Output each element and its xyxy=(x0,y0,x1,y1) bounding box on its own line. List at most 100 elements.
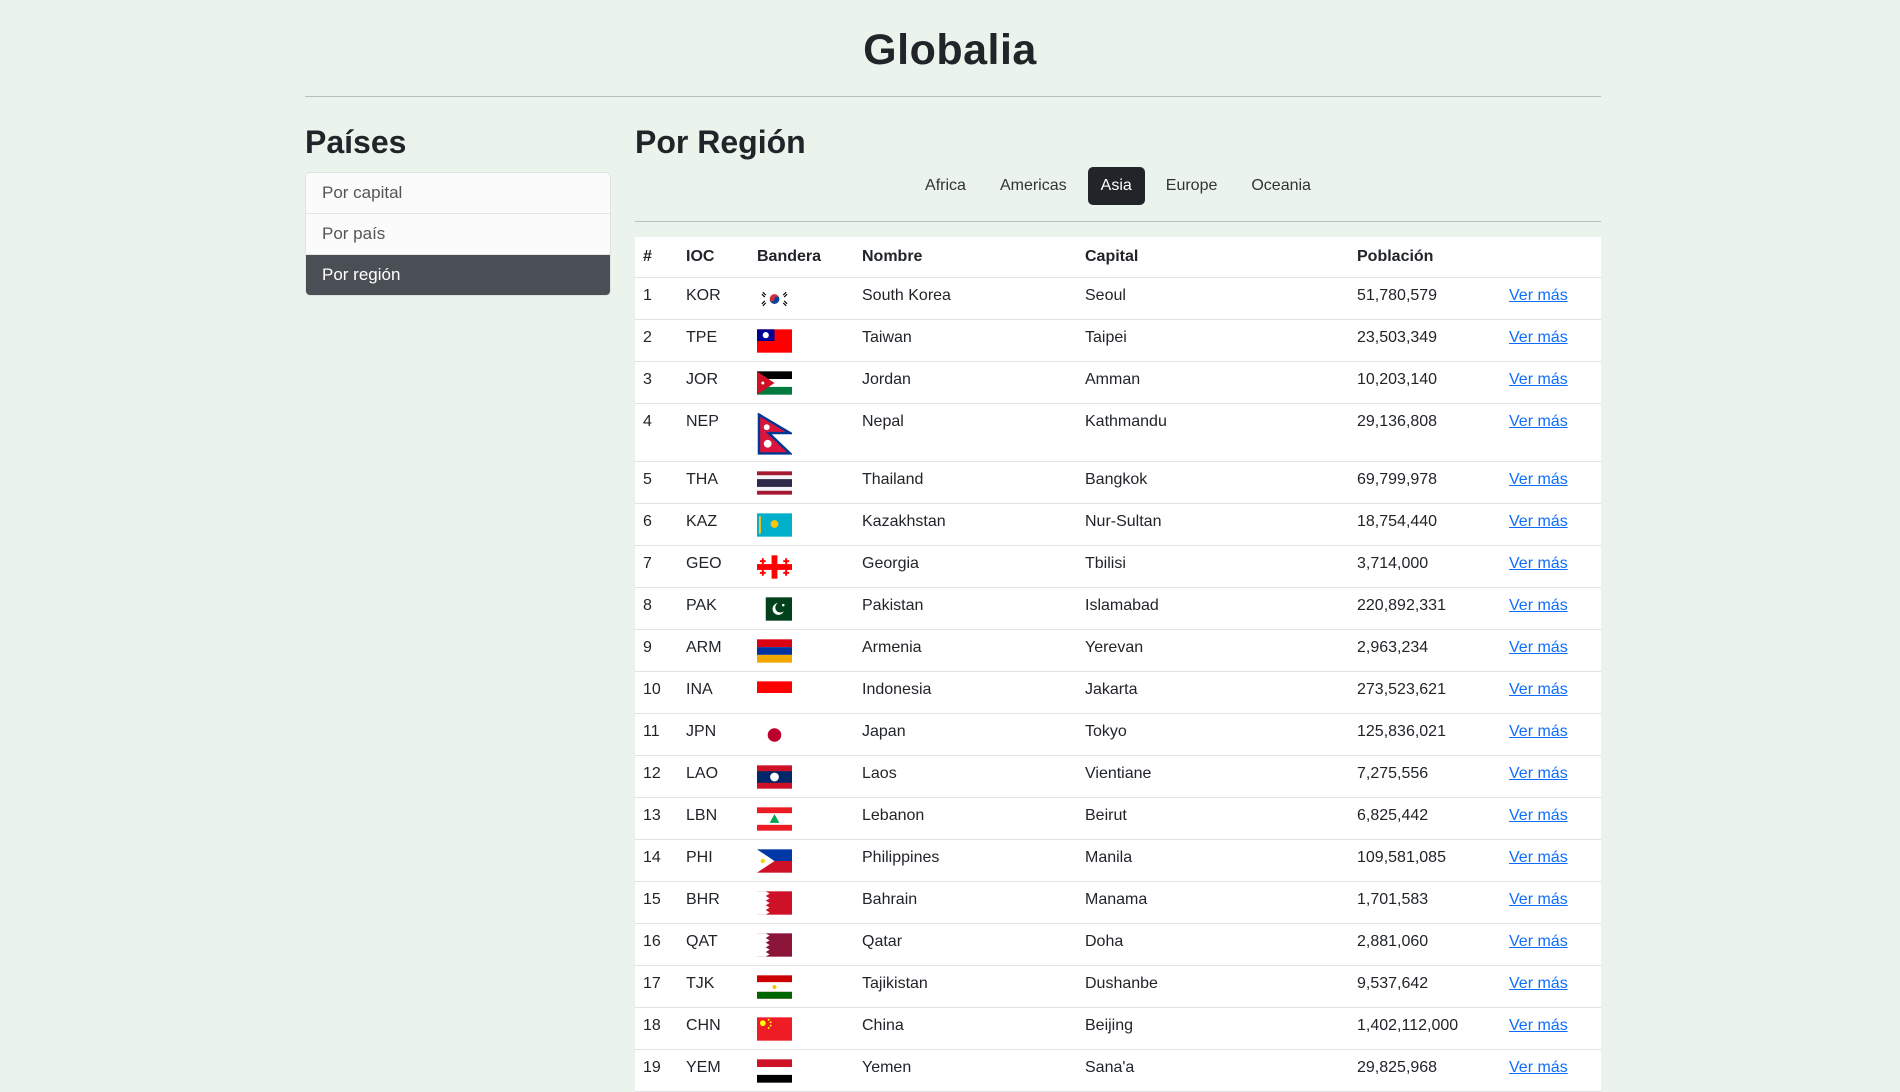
tab-oceania[interactable]: Oceania xyxy=(1238,167,1324,205)
row-population: 273,523,621 xyxy=(1349,671,1501,714)
ver-mas-link[interactable]: Ver más xyxy=(1509,413,1568,430)
tab-asia[interactable]: Asia xyxy=(1087,167,1145,205)
taiwan-flag xyxy=(757,329,792,353)
ver-mas-link[interactable]: Ver más xyxy=(1509,639,1568,656)
row-number: 18 xyxy=(635,1007,678,1050)
ver-mas-link[interactable]: Ver más xyxy=(1509,849,1568,866)
row-action: Ver más xyxy=(1501,1007,1601,1050)
ver-mas-link[interactable]: Ver más xyxy=(1509,513,1568,530)
row-capital: Seoul xyxy=(1077,277,1349,320)
ver-mas-link[interactable]: Ver más xyxy=(1509,723,1568,740)
row-capital: Tokyo xyxy=(1077,713,1349,756)
row-ioc: LBN xyxy=(678,797,749,840)
ver-mas-link[interactable]: Ver más xyxy=(1509,371,1568,388)
row-action: Ver más xyxy=(1501,503,1601,546)
sidebar-item-country[interactable]: Por país xyxy=(306,214,610,255)
countries-table: # IOC Bandera Nombre Capital Población 1… xyxy=(635,237,1601,1092)
row-action: Ver más xyxy=(1501,545,1601,588)
row-capital: Islamabad xyxy=(1077,587,1349,630)
tabs-divider xyxy=(635,221,1601,222)
row-ioc: QAT xyxy=(678,923,749,966)
row-capital: Sana'a xyxy=(1077,1049,1349,1092)
ver-mas-link[interactable]: Ver más xyxy=(1509,1017,1568,1034)
tab-americas[interactable]: Americas xyxy=(987,167,1080,205)
row-ioc: CHN xyxy=(678,1007,749,1050)
ver-mas-link[interactable]: Ver más xyxy=(1509,555,1568,572)
ver-mas-link[interactable]: Ver más xyxy=(1509,975,1568,992)
ver-mas-link[interactable]: Ver más xyxy=(1509,471,1568,488)
row-flag xyxy=(749,545,854,588)
row-flag xyxy=(749,965,854,1008)
row-flag xyxy=(749,319,854,362)
row-number: 6 xyxy=(635,503,678,546)
row-population: 51,780,579 xyxy=(1349,277,1501,320)
row-name: Philippines xyxy=(854,839,1077,882)
south-korea-flag xyxy=(757,287,792,311)
row-ioc: KOR xyxy=(678,277,749,320)
app-title: Globalia xyxy=(863,26,1037,74)
sidebar-item-capital[interactable]: Por capital xyxy=(306,173,610,214)
row-capital: Amman xyxy=(1077,361,1349,404)
philippines-flag xyxy=(757,849,792,873)
row-action: Ver más xyxy=(1501,713,1601,756)
row-action: Ver más xyxy=(1501,277,1601,320)
row-capital: Taipei xyxy=(1077,319,1349,362)
bahrain-flag xyxy=(757,891,792,915)
row-number: 12 xyxy=(635,755,678,798)
table-row: 15 BHR Bahrain Manama 1,701,583 Ver más xyxy=(635,881,1601,924)
row-number: 3 xyxy=(635,361,678,404)
china-flag xyxy=(757,1017,792,1041)
row-name: China xyxy=(854,1007,1077,1050)
row-flag xyxy=(749,839,854,882)
row-population: 2,963,234 xyxy=(1349,629,1501,672)
ver-mas-link[interactable]: Ver más xyxy=(1509,933,1568,950)
sidebar-item-region[interactable]: Por región xyxy=(306,255,610,295)
row-name: Lebanon xyxy=(854,797,1077,840)
tab-africa[interactable]: Africa xyxy=(912,167,979,205)
row-name: Georgia xyxy=(854,545,1077,588)
row-capital: Kathmandu xyxy=(1077,403,1349,462)
tab-europe[interactable]: Europe xyxy=(1153,167,1231,205)
row-name: Taiwan xyxy=(854,319,1077,362)
ver-mas-link[interactable]: Ver más xyxy=(1509,597,1568,614)
table-row: 13 LBN Lebanon Beirut 6,825,442 Ver más xyxy=(635,797,1601,840)
row-flag xyxy=(749,881,854,924)
ver-mas-link[interactable]: Ver más xyxy=(1509,681,1568,698)
sidebar-title: Países xyxy=(305,124,407,160)
row-number: 10 xyxy=(635,671,678,714)
row-number: 14 xyxy=(635,839,678,882)
row-ioc: LAO xyxy=(678,755,749,798)
row-number: 8 xyxy=(635,587,678,630)
row-flag xyxy=(749,1007,854,1050)
row-number: 19 xyxy=(635,1049,678,1092)
ver-mas-link[interactable]: Ver más xyxy=(1509,1059,1568,1076)
row-number: 5 xyxy=(635,461,678,504)
row-flag xyxy=(749,277,854,320)
table-row: 2 TPE Taiwan Taipei 23,503,349 Ver más xyxy=(635,319,1601,362)
row-population: 9,537,642 xyxy=(1349,965,1501,1008)
ver-mas-link[interactable]: Ver más xyxy=(1509,891,1568,908)
ver-mas-link[interactable]: Ver más xyxy=(1509,287,1568,304)
row-number: 17 xyxy=(635,965,678,1008)
row-name: Armenia xyxy=(854,629,1077,672)
row-population: 3,714,000 xyxy=(1349,545,1501,588)
japan-flag xyxy=(757,723,792,747)
page-title: Por Región xyxy=(635,124,806,160)
row-population: 109,581,085 xyxy=(1349,839,1501,882)
row-flag xyxy=(749,713,854,756)
row-capital: Beijing xyxy=(1077,1007,1349,1050)
row-name: Kazakhstan xyxy=(854,503,1077,546)
ver-mas-link[interactable]: Ver más xyxy=(1509,329,1568,346)
ver-mas-link[interactable]: Ver más xyxy=(1509,765,1568,782)
row-action: Ver más xyxy=(1501,587,1601,630)
header-name: Nombre xyxy=(854,237,1077,278)
row-action: Ver más xyxy=(1501,671,1601,714)
row-name: Jordan xyxy=(854,361,1077,404)
ver-mas-link[interactable]: Ver más xyxy=(1509,807,1568,824)
row-ioc: INA xyxy=(678,671,749,714)
row-action: Ver más xyxy=(1501,797,1601,840)
row-capital: Yerevan xyxy=(1077,629,1349,672)
table-row: 14 PHI Philippines Manila 109,581,085 Ver más xyxy=(635,839,1601,882)
row-number: 7 xyxy=(635,545,678,588)
row-action: Ver más xyxy=(1501,965,1601,1008)
